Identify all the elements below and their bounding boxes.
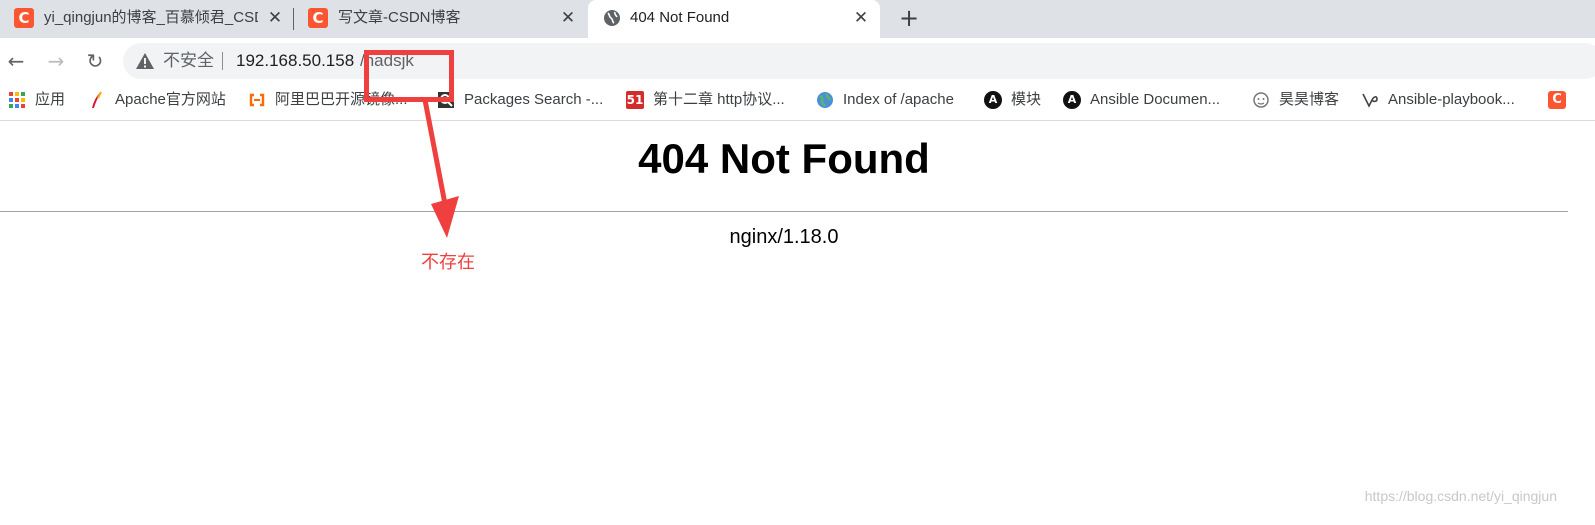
- watermark: https://blog.csdn.net/yi_qingjun: [1364, 488, 1557, 504]
- tab-write-article[interactable]: C 写文章-CSDN博客 ✕: [294, 0, 586, 38]
- annotation-highlight-box: [364, 50, 454, 102]
- ansible-icon: A: [1063, 91, 1081, 109]
- csdn-icon: C: [308, 8, 328, 28]
- apache-feather-icon: [92, 91, 102, 108]
- csdn-icon: C: [1548, 91, 1566, 109]
- annotation-label: 不存在: [421, 252, 475, 272]
- globe-icon: [604, 10, 620, 26]
- bookmark-label: 第十二章 http协议...: [653, 91, 785, 108]
- close-icon[interactable]: ✕: [559, 9, 577, 27]
- bookmark-label: 应用: [35, 91, 66, 108]
- new-tab-button[interactable]: +: [897, 6, 921, 30]
- ansible-v-icon: [1362, 93, 1378, 108]
- horizontal-rule: [0, 211, 1568, 212]
- security-label[interactable]: 不安全: [163, 43, 214, 79]
- bookmark-label: 模块: [1011, 91, 1042, 108]
- bookmark-label: Packages Search -...: [464, 91, 604, 108]
- error-heading: 404 Not Found: [0, 134, 1568, 183]
- close-icon[interactable]: ✕: [852, 9, 870, 27]
- url-host[interactable]: 192.168.50.158: [236, 43, 354, 79]
- error-heading-text: 404 Not Found: [638, 135, 930, 182]
- bookmark-label: Apache官方网站: [115, 91, 226, 108]
- bookmark-label: Ansible-playbook...: [1388, 91, 1515, 108]
- tab-blog-home[interactable]: C yi_qingjun的博客_百慕倾君_CSD ✕: [0, 0, 292, 38]
- scrollbar-track[interactable]: [1568, 122, 1595, 525]
- bookmarks-bar: 应用 Apache官方网站 阿里巴巴开源镜像... Packages Searc…: [0, 84, 1595, 121]
- address-bar[interactable]: 不安全 192.168.50.158 /nadsjk: [123, 43, 1595, 79]
- face-icon: [1253, 92, 1269, 108]
- apps-grid-icon: [8, 91, 26, 109]
- url-divider: [222, 52, 223, 70]
- bookmark-label: Index of /apache: [843, 91, 954, 108]
- tab-title: 404 Not Found: [630, 9, 730, 26]
- aliyun-icon: [249, 93, 265, 107]
- ansible-icon: A: [984, 91, 1002, 109]
- close-icon[interactable]: ✕: [266, 9, 284, 27]
- page-content: 404 Not Found nginx/1.18.0: [0, 122, 1595, 525]
- bookmark-label: Ansible Documen...: [1090, 91, 1221, 108]
- warning-icon[interactable]: [135, 51, 155, 71]
- annotation-arrow: [422, 100, 459, 238]
- tab-title: yi_qingjun的博客_百慕倾君_CSD: [44, 9, 258, 26]
- bookmark-label: 昊昊博客: [1279, 91, 1340, 108]
- browser-toolbar: ← → ↻ 不安全 192.168.50.158 /nadsjk: [0, 38, 1595, 84]
- globe-icon: [817, 92, 833, 108]
- back-button[interactable]: ←: [3, 48, 29, 74]
- tab-title: 写文章-CSDN博客: [338, 9, 461, 26]
- tab-404-not-found[interactable]: 404 Not Found ✕: [588, 0, 880, 38]
- server-signature: nginx/1.18.0: [729, 226, 839, 248]
- 51cto-icon: 51: [626, 91, 644, 109]
- csdn-icon: C: [14, 8, 34, 28]
- tab-strip: C yi_qingjun的博客_百慕倾君_CSD ✕ C 写文章-CSDN博客 …: [0, 0, 1595, 38]
- reload-button[interactable]: ↻: [82, 48, 108, 74]
- forward-button[interactable]: →: [43, 48, 69, 74]
